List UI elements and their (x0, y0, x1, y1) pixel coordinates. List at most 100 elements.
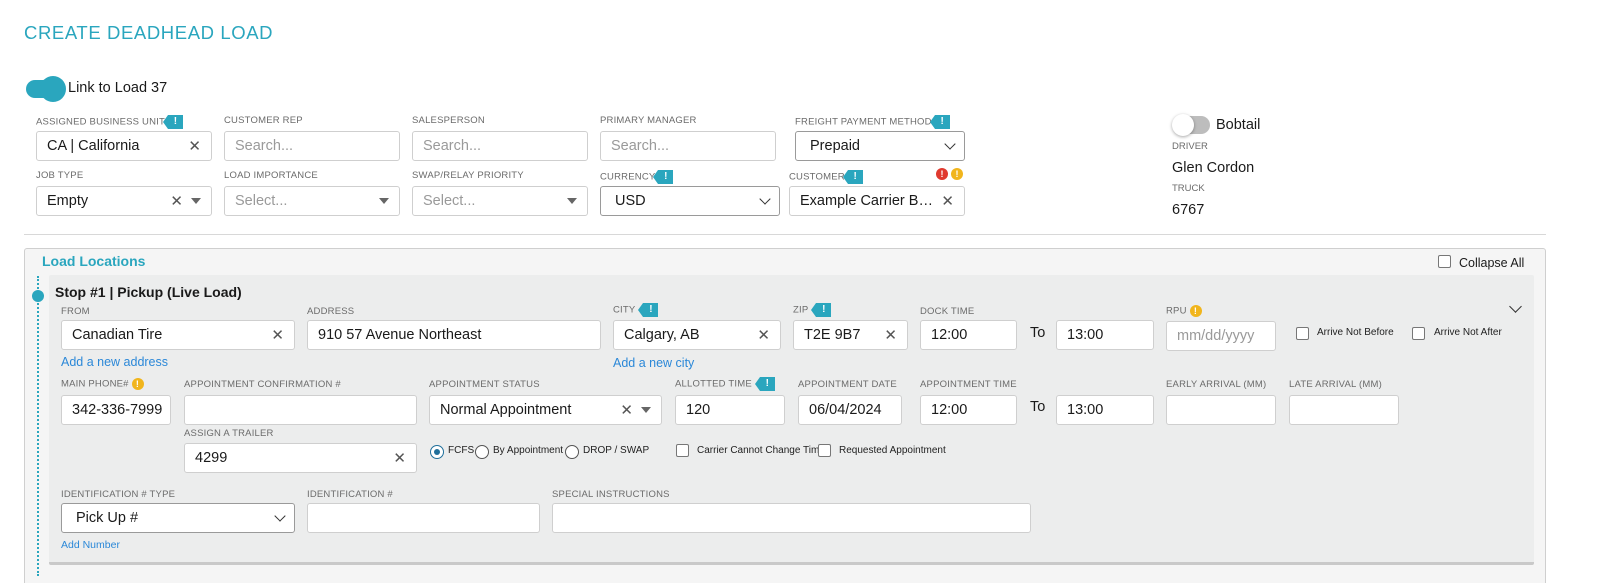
fcfs-radio[interactable] (430, 445, 444, 459)
city-select[interactable]: Calgary, AB ✕ (613, 320, 781, 350)
clear-icon[interactable]: ✕ (170, 192, 183, 210)
link-load-toggle[interactable] (26, 78, 64, 100)
caret-down-icon[interactable] (567, 198, 577, 204)
load-importance-select[interactable]: Select... (224, 186, 400, 216)
section-divider (24, 234, 1546, 235)
clear-icon[interactable]: ✕ (757, 326, 770, 344)
main-phone-label: MAIN PHONE# ! (61, 378, 144, 390)
timeline-line (37, 276, 39, 576)
drop-swap-radio[interactable] (565, 445, 579, 459)
dock-time-to-input[interactable]: 13:00 (1056, 320, 1154, 350)
main-phone-input[interactable]: 342-336-7999 (61, 395, 171, 425)
collapse-all-label: Collapse All (1459, 256, 1525, 270)
dock-time-to-word: To (1030, 325, 1046, 341)
customer-select[interactable]: Example Carrier Broke...✕ (789, 186, 965, 216)
appt-time-to-word: To (1030, 399, 1046, 415)
from-select[interactable]: Canadian Tire ✕ (61, 320, 295, 350)
warning-icon[interactable]: ! (951, 168, 963, 180)
from-label: FROM (61, 306, 90, 317)
early-arrival-input[interactable] (1166, 395, 1276, 425)
assign-trailer-label: ASSIGN A TRAILER (184, 428, 274, 439)
clear-icon[interactable]: ✕ (393, 449, 406, 467)
id-type-select[interactable]: Pick Up # (61, 503, 295, 533)
required-flag-icon: ! (754, 377, 775, 391)
primary-manager-label: PRIMARY MANAGER (600, 115, 697, 126)
stop-title: Stop #1 | Pickup (Live Load) (55, 284, 242, 300)
carrier-cannot-change-checkbox[interactable] (676, 444, 689, 457)
driver-label: DRIVER (1172, 141, 1208, 152)
load-importance-label: LOAD IMPORTANCE (224, 170, 318, 181)
by-appointment-label: By Appointment (493, 445, 564, 456)
carrier-cannot-change-label: Carrier Cannot Change Time (697, 445, 825, 456)
error-icon[interactable]: ! (936, 168, 948, 180)
customer-label: CUSTOMER! (789, 170, 863, 184)
add-city-link[interactable]: Add a new city (613, 356, 694, 370)
clear-icon[interactable]: ✕ (188, 137, 201, 155)
add-address-link[interactable]: Add a new address (61, 355, 168, 369)
caret-down-icon[interactable] (379, 198, 389, 204)
arrive-not-before-checkbox[interactable] (1296, 327, 1309, 340)
clear-icon[interactable]: ✕ (941, 192, 954, 210)
special-instructions-input[interactable] (552, 503, 1031, 533)
salesperson-input[interactable]: Search... (412, 131, 588, 161)
swap-priority-label: SWAP/RELAY PRIORITY (412, 170, 524, 181)
job-type-select[interactable]: Empty ✕ (36, 186, 212, 216)
driver-value: Glen Cordon (1172, 160, 1255, 176)
required-flag-icon: ! (162, 115, 183, 129)
link-load-label: Link to Load 37 (68, 80, 168, 96)
chevron-down-icon (274, 509, 286, 522)
clear-icon[interactable]: ✕ (271, 326, 284, 344)
fcfs-label: FCFS (448, 445, 475, 456)
early-arrival-label: EARLY ARRIVAL (MM) (1166, 379, 1267, 390)
primary-manager-input[interactable]: Search... (600, 131, 776, 161)
currency-label: CURRENCY! (600, 170, 674, 184)
address-label: ADDRESS (307, 306, 355, 317)
collapse-all-checkbox[interactable] (1438, 255, 1451, 268)
appt-confirmation-input[interactable] (184, 395, 417, 425)
address-input[interactable]: 910 57 Avenue Northeast (307, 320, 601, 350)
arrive-not-after-checkbox[interactable] (1412, 327, 1425, 340)
appt-date-label: APPOINTMENT DATE (798, 379, 897, 390)
by-appointment-radio[interactable] (475, 445, 489, 459)
allotted-time-input[interactable]: 120 (675, 395, 785, 425)
id-type-label: IDENTIFICATION # TYPE (61, 489, 176, 500)
late-arrival-input[interactable] (1289, 395, 1399, 425)
rpu-label: RPU ! (1166, 305, 1202, 317)
clear-icon[interactable]: ✕ (884, 326, 897, 344)
arrive-not-after-label: Arrive Not After (1434, 327, 1502, 338)
required-flag-icon: ! (653, 170, 674, 184)
load-locations-title: Load Locations (42, 253, 146, 269)
currency-select[interactable]: USD (600, 186, 780, 216)
info-icon[interactable]: ! (1189, 305, 1202, 317)
business-unit-select[interactable]: CA | California ✕ (36, 131, 212, 161)
id-number-input[interactable] (307, 503, 540, 533)
salesperson-label: SALESPERSON (412, 115, 485, 126)
appt-confirmation-label: APPOINTMENT CONFIRMATION # (184, 379, 341, 390)
bobtail-toggle[interactable] (1172, 114, 1210, 136)
city-label: CITY! (613, 303, 659, 317)
requested-appointment-checkbox[interactable] (818, 444, 831, 457)
zip-select[interactable]: T2E 9B7 ✕ (793, 320, 908, 350)
info-icon[interactable]: ! (131, 378, 144, 390)
dock-time-from-input[interactable]: 12:00 (920, 320, 1017, 350)
requested-appointment-label: Requested Appointment (839, 445, 946, 456)
drop-swap-label: DROP / SWAP (583, 445, 650, 456)
caret-down-icon[interactable] (641, 407, 651, 413)
appt-date-input[interactable]: 06/04/2024 (798, 395, 902, 425)
freight-payment-select[interactable]: Prepaid (795, 131, 965, 161)
required-flag-icon: ! (811, 303, 832, 317)
swap-priority-select[interactable]: Select... (412, 186, 588, 216)
customer-rep-input[interactable]: Search... (224, 131, 400, 161)
caret-down-icon[interactable] (191, 198, 201, 204)
freight-payment-label: FREIGHT PAYMENT METHOD! (795, 115, 950, 129)
appt-time-to-input[interactable]: 13:00 (1056, 395, 1154, 425)
truck-label: TRUCK (1172, 183, 1205, 194)
appt-time-from-input[interactable]: 12:00 (920, 395, 1017, 425)
add-number-link[interactable]: Add Number (61, 539, 120, 551)
appt-status-select[interactable]: Normal Appointment ✕ (429, 395, 662, 425)
rpu-date-input[interactable]: mm/dd/yyyy (1166, 321, 1276, 351)
clear-icon[interactable]: ✕ (620, 401, 633, 419)
assign-trailer-select[interactable]: 4299 ✕ (184, 443, 417, 473)
required-flag-icon: ! (842, 170, 863, 184)
late-arrival-label: LATE ARRIVAL (MM) (1289, 379, 1382, 390)
